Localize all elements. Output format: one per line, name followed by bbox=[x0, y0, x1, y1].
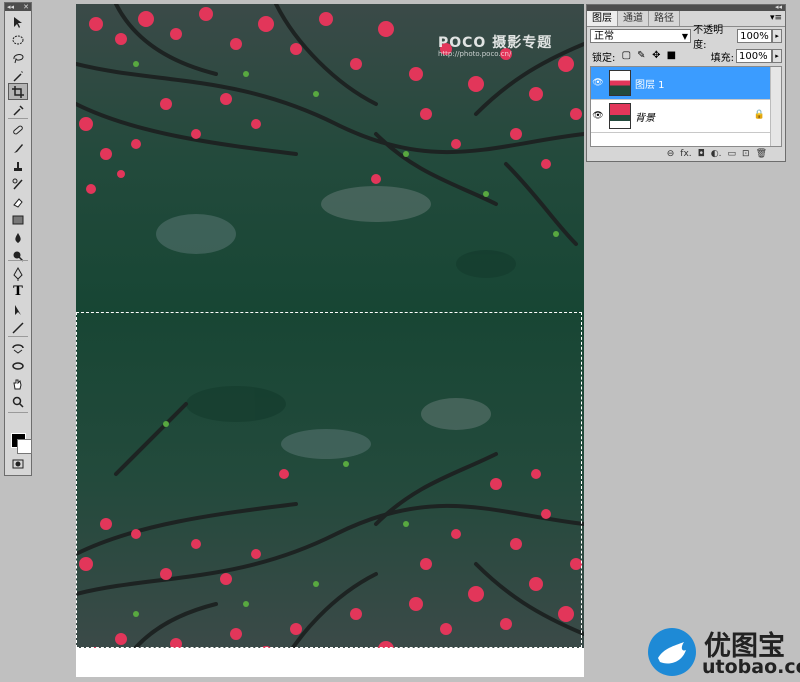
tab-paths[interactable]: 路径 bbox=[649, 11, 680, 26]
type-tool-icon[interactable]: T bbox=[8, 283, 28, 300]
tab-layers[interactable]: 图层 bbox=[587, 11, 618, 26]
tool-separator bbox=[8, 118, 28, 119]
blend-mode-value: 正常 bbox=[594, 31, 614, 42]
line-tool-icon[interactable] bbox=[8, 319, 28, 336]
pen-tool-icon[interactable] bbox=[8, 265, 28, 282]
lock-icon: 🔒 bbox=[753, 110, 765, 120]
eye-icon[interactable]: 👁 bbox=[591, 78, 605, 88]
3d-rotate-tool-icon[interactable] bbox=[8, 339, 28, 356]
eyedropper-tool-icon[interactable] bbox=[8, 101, 28, 118]
fill-input[interactable]: 100% bbox=[736, 49, 772, 63]
new-layer-icon[interactable]: ⊡ bbox=[742, 149, 750, 159]
link-layers-icon[interactable]: ⊖ bbox=[667, 149, 675, 159]
fill-label: 填充: bbox=[710, 52, 734, 64]
marquee-tool-icon[interactable] bbox=[8, 31, 28, 48]
healing-brush-tool-icon[interactable] bbox=[8, 121, 28, 138]
panel-menu-icon[interactable]: ▾≡ bbox=[770, 11, 782, 26]
path-selection-tool-icon[interactable] bbox=[8, 301, 28, 318]
fill-slider-toggle[interactable]: ▸ bbox=[772, 49, 782, 63]
mask-icon[interactable]: ◘ bbox=[698, 149, 705, 159]
quick-mask-icon[interactable] bbox=[8, 455, 28, 472]
clone-stamp-tool-icon[interactable] bbox=[8, 157, 28, 174]
tool-separator bbox=[8, 412, 28, 413]
layer-list: 👁 图层 1 👁 背景 🔒 bbox=[590, 66, 782, 147]
layer-thumbnail bbox=[609, 103, 631, 129]
lock-all-icon[interactable]: ■ bbox=[666, 51, 676, 61]
chevron-down-icon: ▼ bbox=[681, 32, 689, 41]
gradient-tool-icon[interactable] bbox=[8, 211, 28, 228]
layers-panel-footer: ⊖ fx. ◘ ◐. ▭ ⊡ 🗑 bbox=[587, 147, 785, 161]
lock-position-icon[interactable]: ✥ bbox=[651, 51, 661, 61]
history-brush-tool-icon[interactable] bbox=[8, 175, 28, 192]
tool-separator bbox=[8, 260, 28, 261]
opacity-label: 不透明度: bbox=[693, 25, 724, 51]
panel-tabs: 图层 通道 路径 ▾≡ bbox=[587, 11, 785, 27]
lasso-tool-icon[interactable] bbox=[8, 49, 28, 66]
logo-domain: utobao.com bbox=[702, 656, 800, 678]
blur-tool-icon[interactable] bbox=[8, 229, 28, 246]
watermark-url: http://photo.poco.cn/ bbox=[438, 50, 512, 58]
opacity-slider-toggle[interactable]: ▸ bbox=[772, 29, 782, 43]
crop-tool-icon[interactable] bbox=[8, 83, 28, 100]
magic-wand-tool-icon[interactable] bbox=[8, 67, 28, 84]
watermark-title: POCO 摄影专题 bbox=[438, 35, 553, 51]
layers-panel: ◂◂ 图层 通道 路径 ▾≡ 正常 ▼ 不透明度: 100% ▸ 锁定: ▢ ✎… bbox=[586, 3, 786, 162]
type-glyph: T bbox=[13, 284, 23, 299]
layer-item[interactable]: 👁 背景 🔒 bbox=[591, 100, 781, 133]
opacity-input[interactable]: 100% bbox=[737, 29, 773, 43]
layer-list-scrollbar[interactable] bbox=[770, 67, 781, 146]
lock-label: 锁定: bbox=[592, 52, 616, 64]
blend-mode-select[interactable]: 正常 ▼ bbox=[590, 29, 692, 43]
layer-name: 背景 bbox=[635, 112, 655, 124]
poco-watermark: POCO 摄影专题 http://photo.poco.cn/ bbox=[438, 32, 552, 58]
adjustment-icon[interactable]: ◐. bbox=[711, 149, 722, 159]
background-color-swatch[interactable] bbox=[17, 439, 32, 454]
document-canvas[interactable]: POCO 摄影专题 http://photo.poco.cn/ bbox=[76, 4, 584, 677]
eraser-tool-icon[interactable] bbox=[8, 193, 28, 210]
tools-panel: ◂◂ ✕ T bbox=[4, 2, 32, 476]
tools-panel-header: ◂◂ ✕ bbox=[5, 3, 31, 11]
tab-channels[interactable]: 通道 bbox=[618, 11, 649, 26]
lock-transparent-icon[interactable]: ▢ bbox=[621, 51, 631, 61]
3d-orbit-tool-icon[interactable] bbox=[8, 357, 28, 374]
layer-thumbnail bbox=[609, 70, 631, 96]
tool-separator bbox=[8, 336, 28, 337]
zoom-tool-icon[interactable] bbox=[8, 393, 28, 410]
bird-logo-icon bbox=[648, 628, 696, 676]
brush-tool-icon[interactable] bbox=[8, 139, 28, 156]
lock-image-icon[interactable]: ✎ bbox=[636, 51, 646, 61]
collapse-panel-icon[interactable]: ◂◂ bbox=[775, 3, 782, 11]
layer-name: 图层 1 bbox=[635, 79, 665, 91]
lock-row: 锁定: ▢ ✎ ✥ ■ 填充: 100% ▸ bbox=[590, 48, 782, 64]
group-icon[interactable]: ▭ bbox=[728, 149, 737, 159]
utobao-logo: 优图宝 utobao.com bbox=[646, 624, 800, 680]
delete-layer-icon[interactable]: 🗑 bbox=[756, 149, 767, 159]
hand-tool-icon[interactable] bbox=[8, 375, 28, 392]
eye-icon[interactable]: 👁 bbox=[591, 111, 605, 121]
layer-item[interactable]: 👁 图层 1 bbox=[591, 67, 781, 100]
close-icon[interactable]: ✕ bbox=[23, 3, 29, 11]
fx-icon[interactable]: fx. bbox=[680, 149, 691, 159]
photo-blossoms bbox=[76, 4, 584, 677]
collapse-icon[interactable]: ◂◂ bbox=[7, 3, 14, 11]
dodge-tool-icon[interactable] bbox=[8, 247, 28, 264]
blend-row: 正常 ▼ 不透明度: 100% ▸ bbox=[590, 25, 782, 51]
move-tool-icon[interactable] bbox=[8, 13, 28, 30]
